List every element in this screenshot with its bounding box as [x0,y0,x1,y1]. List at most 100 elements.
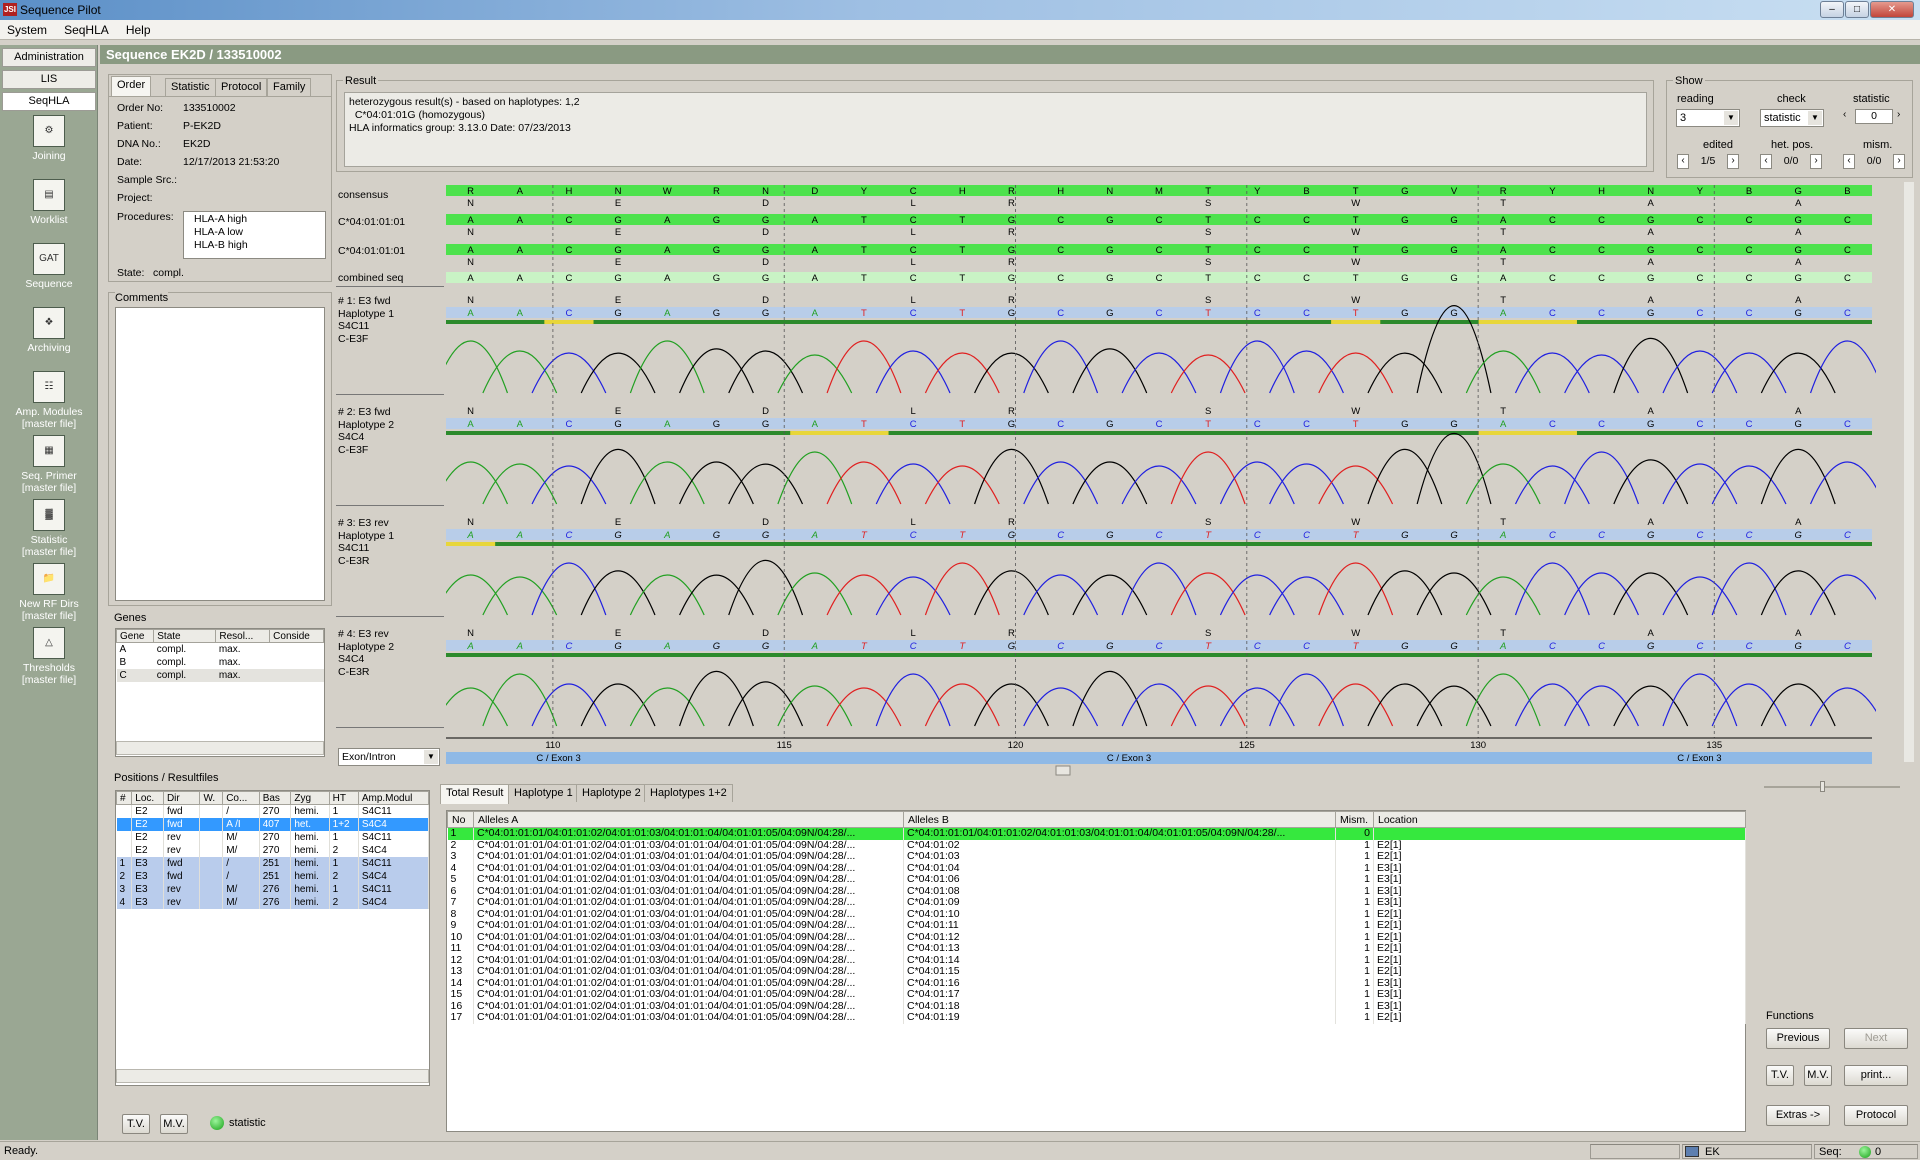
results-col-header[interactable]: Location [1373,811,1746,828]
menu-help[interactable]: Help [119,20,158,37]
alignment-view[interactable]: R A H N W R N D Y C H R H N M T Y B T G V R Y H N Y B G BN E D L R S W T A AA… [446,182,1876,776]
positions-col-header[interactable]: Co... [222,791,260,805]
result-row[interactable]: 10 C*04:01:01:01/04:01:01:02/04:01:01:03/… [447,931,1746,943]
nav-item-3[interactable]: ❖ Archiving [0,307,98,354]
close-button[interactable]: ✕ [1870,1,1914,18]
genes-col-header[interactable]: Gene [115,629,155,643]
positions-col-header[interactable]: Loc. [131,791,164,805]
edited-stepper[interactable]: ‹ 1/5 › [1677,154,1739,170]
results-col-header[interactable]: Alleles B [903,811,1336,828]
position-row[interactable]: 1 E3 fwd/251 hemi. 1 S4C11 [116,856,430,870]
nav-item-0[interactable]: ⚙ Joining [0,115,98,162]
statistic-stepper[interactable]: ‹ 0 › [1843,109,1905,125]
results-tab-3[interactable]: Haplotypes 1+2 [644,784,733,802]
zoom-slider-track[interactable] [1764,786,1900,788]
chevron-right-icon[interactable]: › [1727,154,1739,169]
tab-statistic[interactable]: Statistic [165,78,216,96]
menu-seqhla[interactable]: SeqHLA [57,20,116,37]
genes-col-header[interactable]: Resol... [215,629,271,643]
position-row[interactable]: E2 fwd /270 hemi. 1 S4C11 [116,804,430,818]
hetpos-stepper[interactable]: ‹ 0/0 › [1760,154,1822,170]
result-row[interactable]: 4 C*04:01:01:01/04:01:01:02/04:01:01:03/0… [447,862,1746,874]
result-row[interactable]: 12 C*04:01:01:01/04:01:01:02/04:01:01:03/… [447,954,1746,966]
result-row[interactable]: 7 C*04:01:01:01/04:01:01:02/04:01:01:03/0… [447,897,1746,909]
positions-col-header[interactable]: W. [199,791,224,805]
genes-col-header[interactable]: State [153,629,217,643]
gene-row[interactable]: Ccompl. max. [116,668,324,682]
nav-item-6[interactable]: ▓ Statistic [master file] [0,499,98,558]
positions-col-header[interactable]: HT [328,791,359,805]
position-row[interactable]: E2 rev M/270 hemi. 1 S4C11 [116,830,430,844]
results-tab-1[interactable]: Haplotype 1 [508,784,579,802]
next-button[interactable]: Next [1844,1028,1908,1049]
procedures-list[interactable]: HLA-A high HLA-A low HLA-B high [183,211,326,259]
positions-col-header[interactable]: Bas [258,791,292,805]
gene-row[interactable]: Bcompl. max. [117,656,324,669]
procedure-item[interactable]: HLA-A low [194,226,325,239]
exon-intron-select[interactable]: Exon/Intron ▼ [338,748,440,766]
functions-tv-button[interactable]: T.V. [1766,1065,1794,1086]
result-row[interactable]: 15 C*04:01:01:01/04:01:01:02/04:01:01:03/… [447,989,1746,1001]
result-row[interactable]: 14 C*04:01:01:01/04:01:01:02/04:01:01:03/… [447,977,1746,989]
alignment-hscroll-thumb[interactable] [1055,765,1071,776]
tab-order[interactable]: Order [111,76,152,96]
procedure-item[interactable]: HLA-B high [194,239,325,252]
results-tab-2[interactable]: Haplotype 2 [576,784,647,802]
positions-scrollbar[interactable] [116,1069,429,1083]
reading-select[interactable]: 3 ▼ [1676,109,1740,127]
result-row[interactable]: 5 C*04:01:01:01/04:01:01:02/04:01:01:03/0… [447,874,1746,886]
position-row[interactable]: 4 E3 rev M/276 hemi. 2 S4C4 [116,895,430,909]
positions-mv-button[interactable]: M.V. [160,1114,188,1134]
check-select[interactable]: statistic ▼ [1760,109,1824,127]
chevron-left-icon[interactable]: ‹ [1760,154,1772,169]
position-row[interactable]: E2 fwd A /I 407 het. 1+2 S4C4 [116,817,430,831]
alignment-vscroll[interactable] [1904,182,1914,762]
nav-item-2[interactable]: GAT Sequence [0,243,98,290]
maximize-button[interactable]: □ [1845,1,1869,18]
result-row[interactable]: 1 C*04:01:01:01/04:01:01:02/04:01:01:03/0… [447,827,1746,840]
result-row[interactable]: 13 C*04:01:01:01/04:01:01:02/04:01:01:03/… [447,966,1746,978]
nav-item-5[interactable]: ▦ Seq. Primer [master file] [0,435,98,494]
gene-row[interactable]: Acompl. max. [117,643,324,656]
result-row[interactable]: 6 C*04:01:01:01/04:01:01:02/04:01:01:03/0… [447,885,1746,897]
results-col-header[interactable]: No [447,811,474,828]
result-row[interactable]: 9 C*04:01:01:01/04:01:01:02/04:01:01:03/0… [447,920,1746,932]
functions-mv-button[interactable]: M.V. [1804,1065,1832,1086]
position-row[interactable]: 2 E3 fwd/251 hemi. 2 S4C4 [116,869,430,883]
chevron-right-icon[interactable]: › [1810,154,1822,169]
comments-textarea[interactable] [115,307,325,601]
results-col-header[interactable]: Mism. [1335,811,1374,828]
positions-col-header[interactable]: # [115,791,133,805]
result-row[interactable]: 16 C*04:01:01:01/04:01:01:02/04:01:01:03/… [447,1000,1746,1012]
chevron-left-icon[interactable]: ‹ [1843,154,1855,169]
minimize-button[interactable]: – [1820,1,1844,18]
genes-col-header[interactable]: Conside [269,629,324,643]
chevron-right-icon[interactable]: › [1897,109,1900,120]
position-row[interactable]: 3 E3 rev M/276 hemi. 1 S4C11 [116,882,430,896]
print-button[interactable]: print... [1844,1065,1908,1086]
mism-stepper[interactable]: ‹ 0/0 › [1843,154,1905,170]
protocol-button[interactable]: Protocol [1844,1105,1908,1126]
results-col-header[interactable]: Alleles A [473,811,904,828]
zoom-slider-thumb[interactable] [1820,781,1825,792]
nav-seqhla-button[interactable]: SeqHLA [2,92,96,111]
positions-col-header[interactable]: Amp.Modul [357,791,430,805]
procedure-item[interactable]: HLA-A high [194,213,325,226]
nav-administration-button[interactable]: Administration [2,48,96,67]
nav-item-4[interactable]: ☷ Amp. Modules [master file] [0,371,98,430]
result-row[interactable]: 8 C*04:01:01:01/04:01:01:02/04:01:01:03/0… [447,908,1746,920]
genes-scrollbar[interactable] [116,741,324,755]
nav-item-7[interactable]: 📁 New RF Dirs [master file] [0,563,98,622]
result-row[interactable]: 17 C*04:01:01:01/04:01:01:02/04:01:01:03/… [447,1012,1746,1024]
positions-tv-button[interactable]: T.V. [122,1114,150,1134]
positions-col-header[interactable]: Dir [162,791,201,805]
chevron-left-icon[interactable]: ‹ [1843,109,1846,120]
extras-button[interactable]: Extras -> [1766,1105,1830,1126]
result-row[interactable]: 2 C*04:01:01:01/04:01:01:02/04:01:01:03/0… [447,839,1746,851]
position-row[interactable]: E2 rev M/270 hemi. 2 S4C4 [116,843,430,857]
menu-system[interactable]: System [0,20,54,37]
previous-button[interactable]: Previous [1766,1028,1830,1049]
positions-col-header[interactable]: Zyg [290,791,330,805]
chevron-left-icon[interactable]: ‹ [1677,154,1689,169]
chevron-right-icon[interactable]: › [1893,154,1905,169]
